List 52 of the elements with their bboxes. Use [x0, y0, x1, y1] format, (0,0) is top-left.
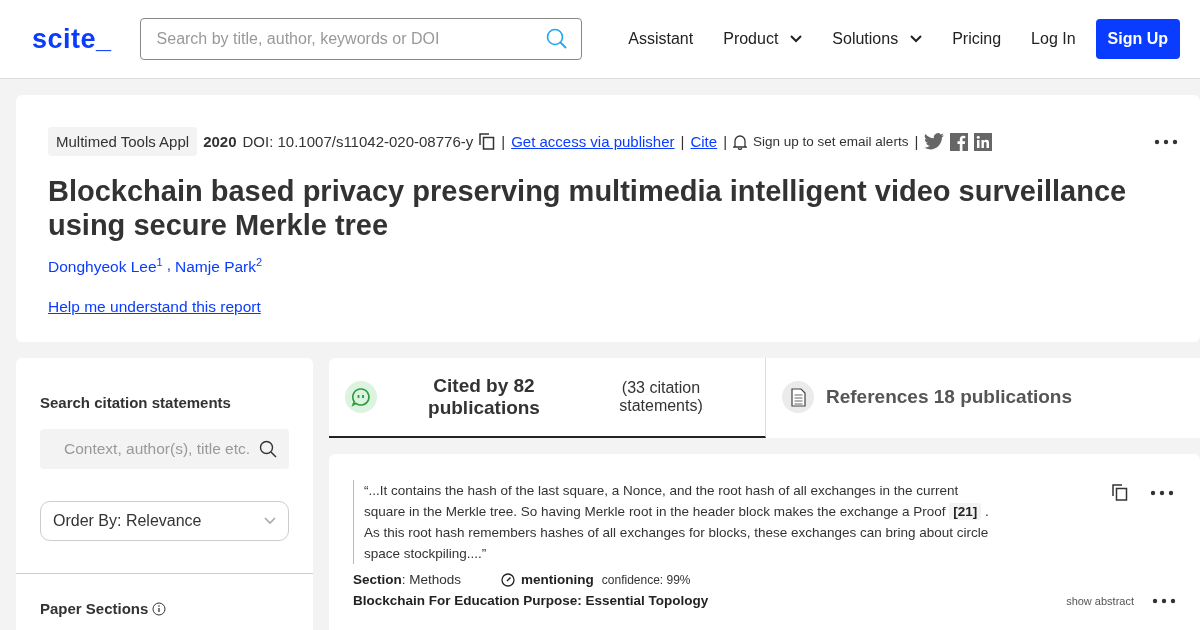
doi: DOI: 10.1007/s11042-020-08776-y [242, 133, 474, 150]
bell-icon [733, 133, 748, 150]
separator: | [914, 133, 919, 150]
more-icon[interactable] [1152, 597, 1176, 604]
speech-bubble-icon [345, 381, 377, 414]
chevron-down-icon [790, 35, 803, 43]
journal-tag[interactable]: Multimed Tools Appl [48, 127, 198, 156]
paper-title: Blockchain based privacy preserving multimedia intelligent video surveillance using secure Merkle tree [48, 174, 1128, 242]
more-icon[interactable] [1150, 489, 1174, 496]
compass-icon [501, 572, 516, 587]
more-icon[interactable] [1154, 139, 1178, 145]
separator: | [723, 133, 728, 150]
info-icon[interactable] [152, 601, 167, 616]
copy-icon[interactable] [479, 133, 496, 150]
year: 2020 [203, 133, 237, 150]
search-field[interactable]: Search by title, author, keywords or DOI [139, 18, 582, 60]
author-link[interactable]: Donghyeok Lee$^{1}$ [48, 256, 163, 277]
document-icon [782, 381, 814, 414]
section-info: Section: Methods [353, 572, 462, 588]
citation-search-field[interactable]: Context, author(s), title etc. [40, 429, 289, 470]
nav-link[interactable]: Pricing [952, 30, 1002, 48]
sign-up-button[interactable]: Sign Up [1095, 19, 1180, 59]
twitter-icon[interactable] [924, 133, 945, 150]
copy-icon[interactable] [1112, 484, 1128, 502]
separator: , [166, 256, 172, 275]
logo[interactable]: scite_ [32, 23, 112, 55]
separator: | [680, 133, 685, 150]
tab[interactable]: Cited by 82 publications (33 citation statements) [329, 358, 766, 439]
search-icon[interactable] [259, 440, 277, 459]
tab[interactable]: References 18 publications [766, 358, 1089, 439]
citation-type: mentioning [521, 572, 594, 588]
chevron-down-icon [910, 35, 923, 43]
access-link[interactable]: Get access via publisher [511, 133, 675, 150]
linkedin-icon[interactable] [974, 132, 993, 151]
show-abstract-link[interactable]: show abstract [1066, 594, 1134, 607]
publication-title[interactable]: Blockchain For Education Purpose: Essential Topology [353, 593, 709, 609]
author-link[interactable]: Namje Park$^{2}$ [175, 256, 263, 277]
citation-quote: “...It contains the hash of the last square, a Nonce, and the root hash of all exchanges in the current square in the Merkle tree. So having Merkle root in the header block makes the exchange a Proof [21] . As this root hash remembers hashes of all exchanges for blocks, these exchanges can bring about circle space stockpiling....” [353, 480, 989, 565]
nav-link[interactable]: Assistant [628, 30, 694, 48]
nav-menu[interactable]: Product [723, 30, 803, 48]
facebook-icon[interactable] [950, 132, 969, 151]
section-heading: Paper Sections [40, 600, 149, 618]
email-alerts-link[interactable]: Sign up to set email alerts [753, 134, 909, 149]
confidence: confidence: 99% [601, 572, 691, 587]
separator: | [501, 133, 506, 150]
cite-link[interactable]: Cite [690, 133, 718, 150]
help-link[interactable]: Help me understand this report [48, 298, 261, 317]
nav-link[interactable]: Log In [1031, 30, 1076, 48]
order-by-dropdown[interactable]: Order By: Relevance [40, 501, 289, 542]
nav-menu[interactable]: Solutions [832, 30, 923, 48]
chevron-down-icon [264, 517, 276, 526]
section-label: Search citation statements [40, 394, 232, 412]
